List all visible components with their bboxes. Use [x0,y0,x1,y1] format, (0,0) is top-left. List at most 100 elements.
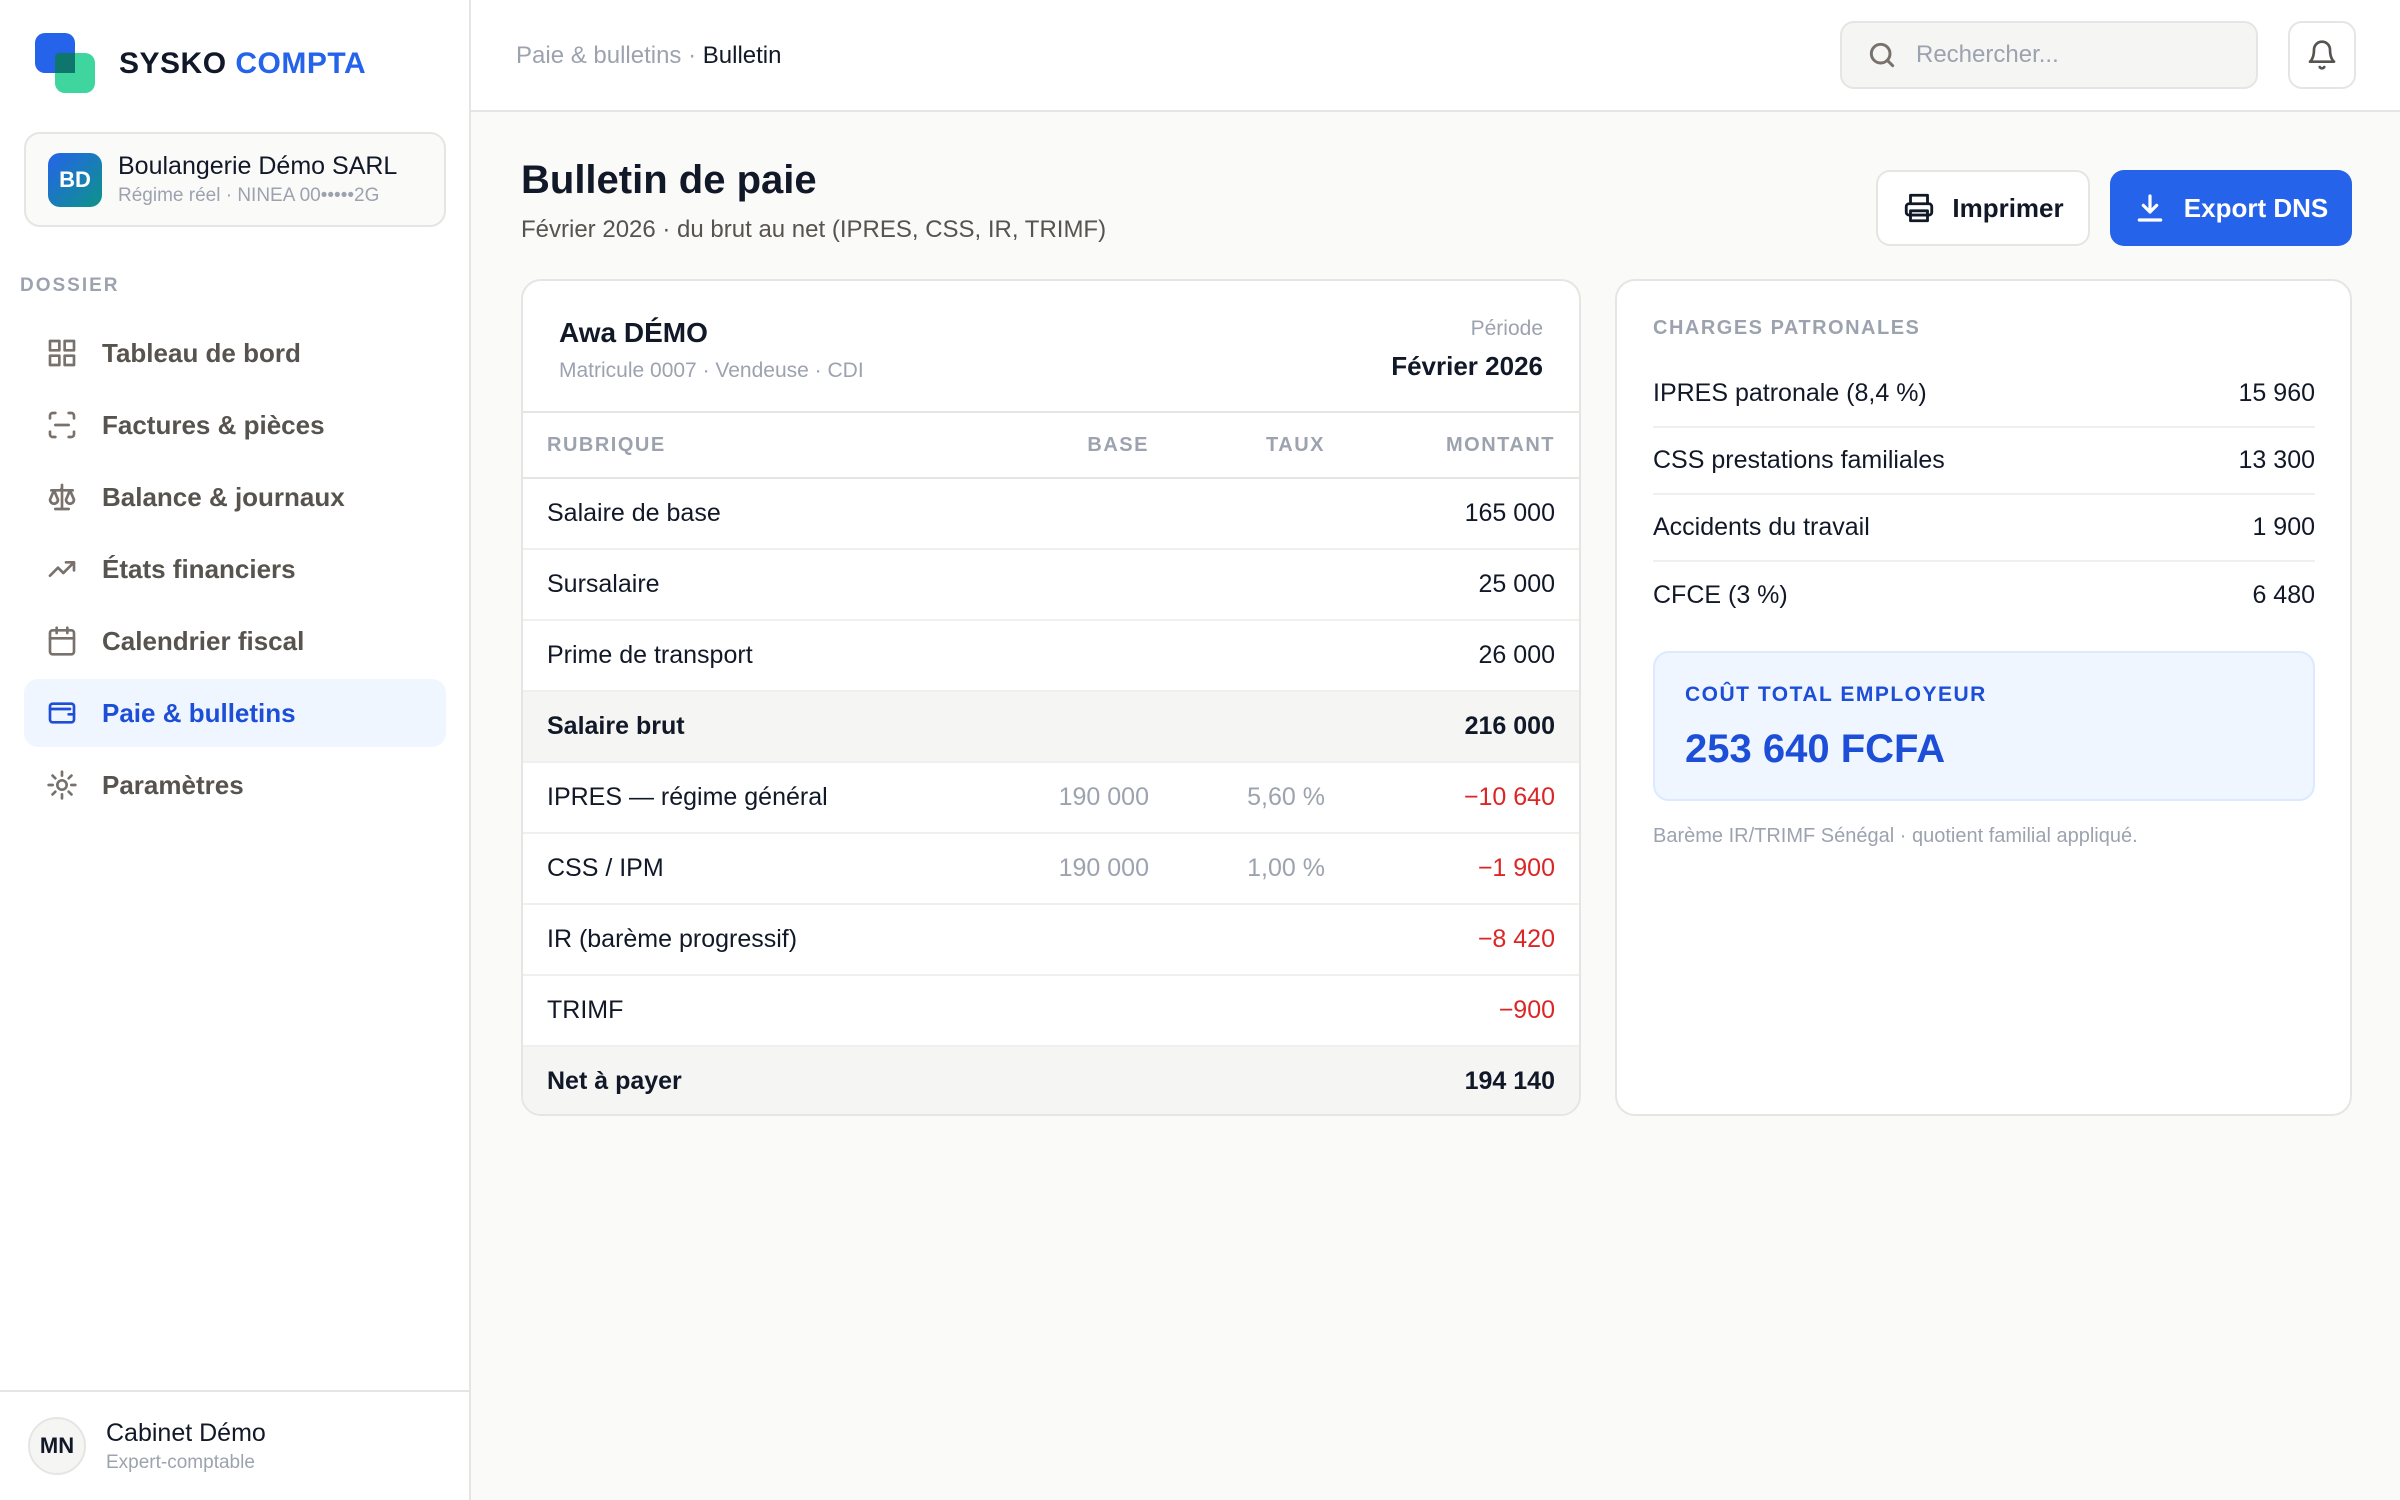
cell-taux [1149,1046,1325,1114]
table-row: Net à payer 194 140 [523,1046,1579,1114]
charge-value: 15 960 [2238,379,2315,407]
payslip-table-body: Salaire de base 165 000 Sursalaire 25 000 Pr… [523,478,1579,1114]
sidebar-item-label: Calendrier fiscal [102,625,305,656]
brand[interactable]: SYSKO COMPTA [35,33,366,95]
cell-rubrique: Salaire brut [523,691,989,763]
column-header-rubrique: RUBRIQUE [523,411,989,479]
cell-rubrique: Prime de transport [523,620,989,692]
cell-taux [1149,975,1325,1047]
sidebar-nav: Tableau de bord Factures & pièces Balanc… [24,319,446,823]
column-header-montant: MONTANT [1325,411,1579,479]
scan-icon [44,407,80,443]
user-name: Cabinet Démo [106,1418,266,1447]
cell-montant: −10 640 [1325,762,1579,834]
search-input[interactable] [1916,41,2236,69]
sidebar-item-label: Paramètres [102,769,244,800]
cell-rubrique: Net à payer [523,1046,989,1114]
sidebar-section-label: DOSSIER [20,275,120,296]
breadcrumb: Paie & bulletins · Bulletin [516,42,781,70]
cell-taux [1149,691,1325,763]
sidebar-item-etats-financiers[interactable]: États financiers [24,535,446,603]
charge-label: Accidents du travail [1653,513,1870,541]
cell-base [989,975,1149,1047]
app-logo-icon [35,33,97,95]
company-switcher[interactable]: BD Boulangerie Démo SARL Régime réel · N… [24,132,446,227]
cell-base: 190 000 [989,833,1149,905]
table-row: Salaire de base 165 000 [523,478,1579,550]
search-box[interactable] [1840,21,2258,89]
print-button-label: Imprimer [1952,192,2064,223]
cell-rubrique: Salaire de base [523,478,989,550]
cell-taux: 5,60 % [1149,762,1325,834]
list-item: IPRES patronale (8,4 %) 15 960 [1653,361,2315,428]
column-header-taux: TAUX [1149,411,1325,479]
download-icon [2137,194,2163,222]
sidebar-item-factures[interactable]: Factures & pièces [24,391,446,459]
period-value: Février 2026 [1391,351,1543,381]
breadcrumb-separator: · [681,42,703,69]
wallet-icon [44,695,80,731]
charge-value: 1 900 [2252,513,2315,541]
printer-icon [1905,193,1934,223]
user-profile[interactable]: MN Cabinet Démo Expert-comptable [0,1390,471,1500]
sidebar: SYSKO COMPTA BD Boulangerie Démo SARL Ré… [0,0,471,1500]
table-row: Sursalaire 25 000 [523,549,1579,621]
cell-base [989,478,1149,550]
company-name: Boulangerie Démo SARL [118,152,398,180]
cell-base [989,1046,1149,1114]
print-button[interactable]: Imprimer [1876,170,2090,246]
charge-value: 6 480 [2252,581,2315,609]
brand-name: SYSKO COMPTA [119,47,366,81]
page-subtitle: Février 2026 · du brut au net (IPRES, CS… [521,216,1107,243]
employee-meta: Matricule 0007 · Vendeuse · CDI [559,359,864,382]
cell-taux [1149,620,1325,692]
brand-name-part1: SYSKO [119,47,227,80]
notifications-button[interactable] [2288,21,2356,89]
charge-value: 13 300 [2238,446,2315,474]
sidebar-item-label: Factures & pièces [102,409,325,440]
period-label: Période [1470,317,1543,340]
cell-taux: 1,00 % [1149,833,1325,905]
company-subtitle: Régime réel · NINEA 00•••••2G [118,185,380,206]
list-item: Accidents du travail 1 900 [1653,495,2315,562]
sidebar-item-calendrier-fiscal[interactable]: Calendrier fiscal [24,607,446,675]
payslip-card: Awa DÉMO Matricule 0007 · Vendeuse · CDI… [521,279,1581,1116]
sidebar-item-label: Tableau de bord [102,337,301,368]
cell-taux [1149,478,1325,550]
cell-montant: 165 000 [1325,478,1579,550]
cell-base [989,904,1149,976]
export-dns-button[interactable]: Export DNS [2110,170,2352,246]
charges-title: CHARGES PATRONALES [1653,317,1921,339]
charges-list: IPRES patronale (8,4 %) 15 960 CSS prest… [1653,361,2315,629]
sidebar-item-label: États financiers [102,553,296,584]
app-root: SYSKO COMPTA BD Boulangerie Démo SARL Ré… [0,0,2400,1500]
cell-rubrique: IPRES — régime général [523,762,989,834]
sidebar-item-label: Paie & bulletins [102,697,296,728]
charge-label: IPRES patronale (8,4 %) [1653,379,1927,407]
breadcrumb-parent[interactable]: Paie & bulletins [516,42,681,69]
period-info: Période Février 2026 [1391,317,1543,382]
cell-rubrique: Sursalaire [523,549,989,621]
cell-taux [1149,904,1325,976]
sidebar-item-balance[interactable]: Balance & journaux [24,463,446,531]
topbar: Paie & bulletins · Bulletin [471,0,2400,112]
export-button-label: Export DNS [2183,192,2329,223]
employer-charges-card: CHARGES PATRONALES IPRES patronale (8,4 … [1615,279,2352,1116]
cell-montant: 216 000 [1325,691,1579,763]
grid-icon [44,335,80,371]
breadcrumb-current: Bulletin [702,42,782,69]
sidebar-item-paie-bulletins[interactable]: Paie & bulletins [24,679,446,747]
page-title: Bulletin de paie [521,158,817,202]
total-employer-cost: COÛT TOTAL EMPLOYEUR 253 640 FCFA [1653,651,2315,801]
brand-name-part2: COMPTA [235,47,367,80]
table-header-row: RUBRIQUE BASE TAUX MONTANT [523,411,1579,479]
cell-montant: −8 420 [1325,904,1579,976]
cell-base [989,691,1149,763]
scale-icon [44,479,80,515]
cell-montant: −1 900 [1325,833,1579,905]
column-header-base: BASE [989,411,1149,479]
sidebar-item-parametres[interactable]: Paramètres [24,751,446,819]
sidebar-item-tableau-de-bord[interactable]: Tableau de bord [24,319,446,387]
cell-base [989,549,1149,621]
cell-taux [1149,549,1325,621]
